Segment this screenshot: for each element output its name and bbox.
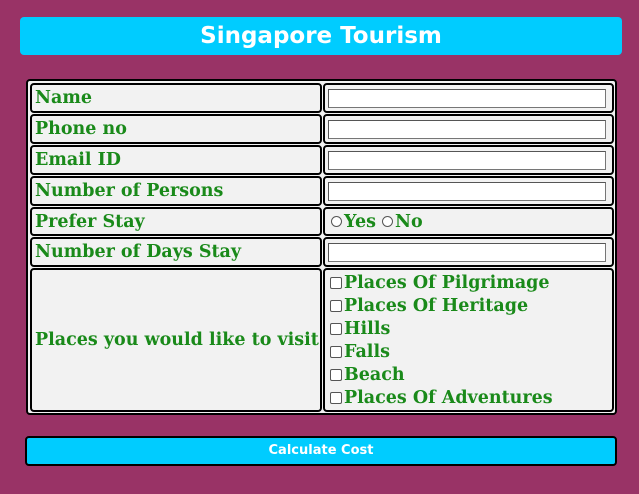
place-option[interactable]: Places Of Adventures <box>328 386 553 409</box>
name-label-cell: Name <box>30 83 322 113</box>
stay-no-label: No <box>394 211 423 232</box>
place-option-label: Places Of Pilgrimage <box>344 272 550 293</box>
phone-input[interactable] <box>328 119 606 139</box>
calculate-cost-button[interactable]: Calculate Cost <box>25 436 617 466</box>
place-option-label: Places Of Adventures <box>344 387 553 408</box>
place-option-label: Hills <box>344 318 391 339</box>
place-option[interactable]: Places Of Pilgrimage <box>328 271 550 294</box>
place-option-label: Places Of Heritage <box>344 295 529 316</box>
place-option-label: Beach <box>344 364 405 385</box>
place-option[interactable]: Places Of Heritage <box>328 294 528 317</box>
places-options-cell: Places Of Pilgrimage Places Of Heritage … <box>323 268 614 412</box>
phone-label-cell: Phone no <box>30 114 322 144</box>
stay-yes-radio[interactable] <box>331 216 342 227</box>
name-label: Name <box>35 88 92 108</box>
checkbox-icon[interactable] <box>330 276 342 289</box>
place-option[interactable]: Beach <box>328 363 405 386</box>
days-label-cell: Number of Days Stay <box>30 237 322 267</box>
checkbox-icon[interactable] <box>330 345 342 358</box>
checkbox-icon[interactable] <box>330 368 342 381</box>
days-input[interactable] <box>328 242 606 262</box>
name-input[interactable] <box>328 88 606 108</box>
phone-label: Phone no <box>35 119 127 139</box>
place-option[interactable]: Falls <box>328 340 390 363</box>
phone-input-cell <box>323 114 614 144</box>
stay-yes-label: Yes <box>344 211 376 232</box>
stay-label-cell: Prefer Stay <box>30 207 322 236</box>
email-label: Email ID <box>35 150 121 170</box>
stay-no-radio[interactable] <box>381 216 393 227</box>
place-option[interactable]: Hills <box>328 317 390 340</box>
checkbox-icon[interactable] <box>330 299 342 312</box>
places-label-cell: Places you would like to visit <box>30 268 322 412</box>
persons-label-cell: Number of Persons <box>30 176 322 206</box>
days-label: Number of Days Stay <box>35 242 242 262</box>
stay-options-cell: Yes No <box>323 207 614 236</box>
stay-label: Prefer Stay <box>35 211 145 232</box>
email-input[interactable] <box>328 150 606 170</box>
page-title: Singapore Tourism <box>20 17 622 55</box>
persons-input[interactable] <box>328 181 606 201</box>
place-option-label: Falls <box>344 341 390 362</box>
tour-form-table: Name Phone no Email ID Number of Persons… <box>26 79 617 415</box>
places-label: Places you would like to visit <box>35 330 319 350</box>
persons-label: Number of Persons <box>35 181 224 201</box>
days-input-cell <box>323 237 614 267</box>
checkbox-icon[interactable] <box>330 322 342 335</box>
persons-input-cell <box>323 176 614 206</box>
checkbox-icon[interactable] <box>330 391 342 404</box>
email-input-cell <box>323 145 614 175</box>
email-label-cell: Email ID <box>30 145 322 175</box>
name-input-cell <box>323 83 614 113</box>
